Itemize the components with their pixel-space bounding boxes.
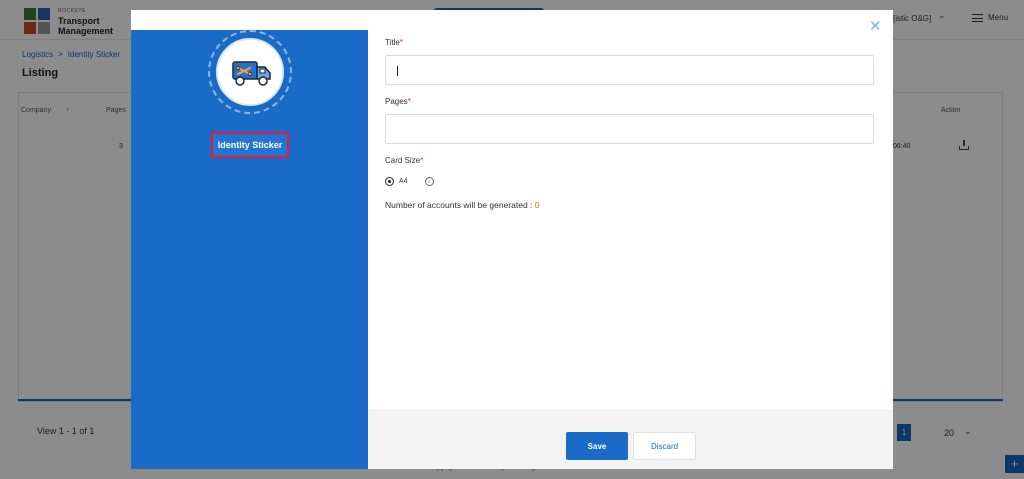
discard-button[interactable]: Discard (633, 432, 696, 460)
modal-footer: Save Discard (368, 409, 893, 469)
pages-input[interactable] (385, 114, 874, 144)
accounts-count: 0 (534, 200, 540, 210)
title-label: Title* (385, 38, 403, 47)
avatar (216, 38, 284, 106)
modal-form: ✕ Title* Pages* Card Size* A4 i Number o… (368, 10, 893, 469)
info-icon[interactable]: i (424, 177, 434, 186)
required-mark: * (399, 38, 403, 47)
identity-sticker-modal: Identity Sticker ✕ Title* Pages* Card Si… (131, 10, 893, 469)
card-size-radio-a4[interactable]: A4 i (385, 177, 434, 186)
title-input[interactable] (385, 55, 874, 85)
card-size-option-label: A4 (399, 178, 408, 185)
radio-selected-icon[interactable] (385, 177, 394, 186)
title-label-text: Title (385, 38, 400, 47)
accounts-text: Number of accounts will be generated : (385, 200, 535, 210)
pages-label-text: Pages (385, 97, 408, 106)
text-caret (397, 66, 398, 76)
close-icon[interactable]: ✕ (869, 19, 882, 34)
truck-icon (232, 61, 271, 86)
card-size-label-text: Card Size (385, 156, 421, 165)
pages-label: Pages* (385, 97, 411, 106)
required-mark: * (407, 97, 411, 106)
save-button[interactable]: Save (566, 432, 628, 460)
required-mark: * (420, 156, 424, 165)
identity-sticker-label: Identity Sticker (211, 132, 289, 158)
accounts-generated-text: Number of accounts will be generated : 0 (385, 200, 540, 210)
card-size-label: Card Size* (385, 156, 423, 165)
modal-left-panel: Identity Sticker (131, 10, 368, 469)
